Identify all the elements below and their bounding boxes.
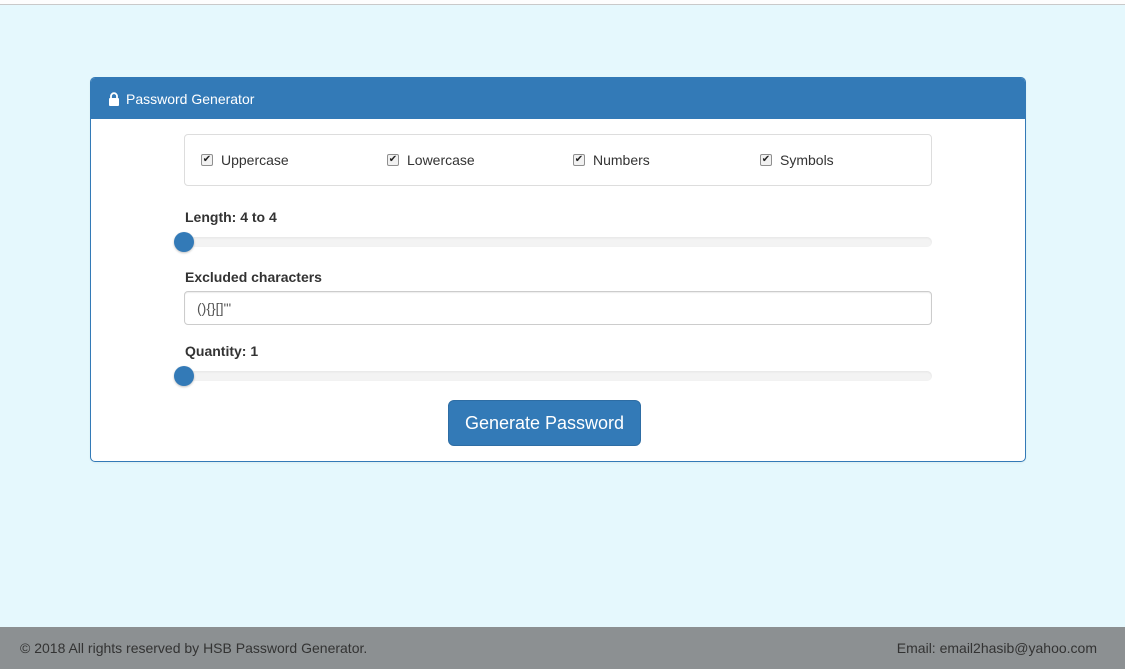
lock-icon bbox=[107, 91, 121, 106]
option-label: Lowercase bbox=[407, 152, 475, 168]
panel-title: Password Generator bbox=[126, 90, 255, 107]
symbols-checkbox[interactable]: ✔ bbox=[760, 154, 772, 166]
length-slider[interactable] bbox=[174, 232, 932, 252]
length-slider-handle[interactable] bbox=[174, 232, 194, 252]
option-numbers[interactable]: ✔ Numbers bbox=[573, 152, 650, 168]
numbers-checkbox[interactable]: ✔ bbox=[573, 154, 585, 166]
panel-heading: Password Generator bbox=[91, 78, 1025, 119]
option-lowercase[interactable]: ✔ Lowercase bbox=[387, 152, 475, 168]
footer-email: Email: email2hasib@yahoo.com bbox=[896, 640, 1097, 656]
option-label: Uppercase bbox=[221, 152, 289, 168]
quantity-slider-handle[interactable] bbox=[174, 366, 194, 386]
length-label: Length: 4 to 4 bbox=[185, 209, 277, 225]
generate-password-button[interactable]: Generate Password bbox=[448, 400, 641, 446]
footer: © 2018 All rights reserved by HSB Passwo… bbox=[0, 627, 1125, 669]
option-symbols[interactable]: ✔ Symbols bbox=[760, 152, 834, 168]
option-uppercase[interactable]: ✔ Uppercase bbox=[201, 152, 289, 168]
lowercase-checkbox[interactable]: ✔ bbox=[387, 154, 399, 166]
password-generator-panel: Password Generator ✔ Uppercase ✔ Lowerca… bbox=[90, 77, 1026, 462]
quantity-label: Quantity: 1 bbox=[185, 343, 259, 359]
browser-top-edge bbox=[0, 0, 1125, 5]
footer-copyright: © 2018 All rights reserved by HSB Passwo… bbox=[20, 640, 368, 656]
option-label: Symbols bbox=[780, 152, 834, 168]
uppercase-checkbox[interactable]: ✔ bbox=[201, 154, 213, 166]
excluded-characters-label: Excluded characters bbox=[185, 269, 322, 285]
quantity-slider[interactable] bbox=[174, 366, 932, 386]
excluded-characters-input[interactable] bbox=[184, 291, 932, 325]
character-options: ✔ Uppercase ✔ Lowercase ✔ Numbers ✔ Symb… bbox=[184, 134, 932, 186]
option-label: Numbers bbox=[593, 152, 650, 168]
